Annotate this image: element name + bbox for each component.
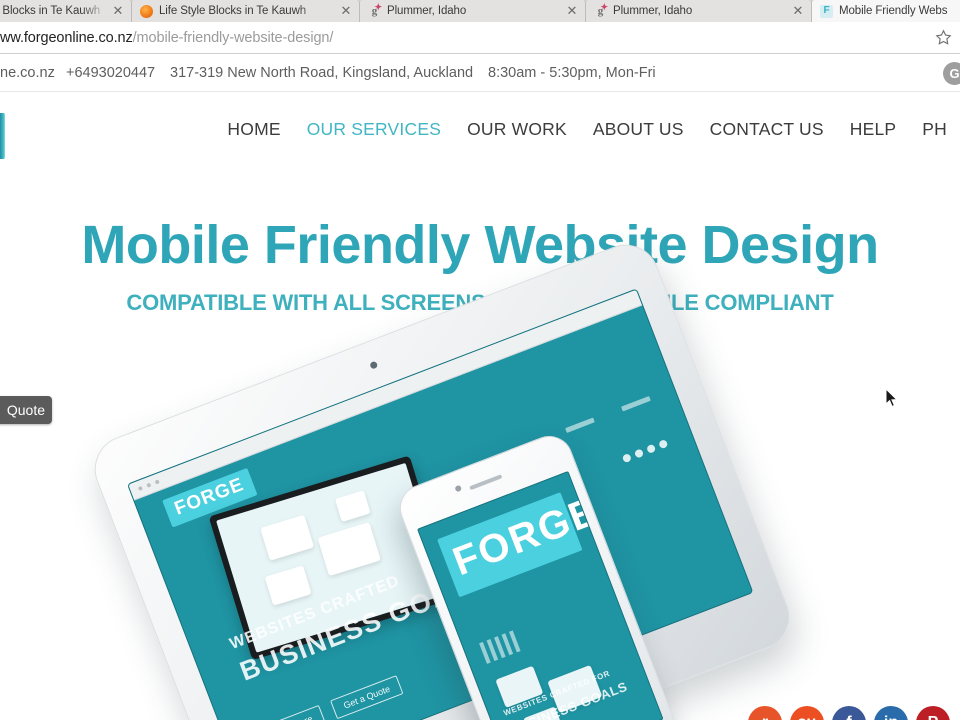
tab-close-icon[interactable]: ✕: [565, 4, 579, 18]
get-a-quote-tab-button[interactable]: Quote: [0, 396, 52, 424]
contact-phone[interactable]: +6493020447: [66, 65, 155, 81]
nav-list: HOME OUR SERVICES OUR WORK ABOUT US CONT…: [214, 119, 960, 140]
share-pinterest-button[interactable]: P: [916, 706, 950, 720]
bookmark-star-icon[interactable]: [935, 29, 952, 46]
hero-section: Mobile Friendly Website Design COMPATIBL…: [0, 165, 960, 316]
nav-item-help[interactable]: HELP: [837, 119, 910, 140]
contact-email[interactable]: ne.co.nz: [0, 65, 55, 81]
browser-tab-5-active[interactable]: F Mobile Friendly Webs: [812, 0, 960, 22]
contact-hours: 8:30am - 5:30pm, Mon-Fri: [488, 65, 656, 81]
tab-close-icon[interactable]: ✕: [791, 4, 805, 18]
browser-address-bar[interactable]: ww.forgeonline.co.nz/mobile-friendly-web…: [0, 22, 960, 54]
tab-close-icon[interactable]: ✕: [339, 4, 353, 18]
share-pinterest-glyph: P: [928, 714, 939, 720]
page-title: Mobile Friendly Website Design: [81, 215, 879, 275]
tablet-see-more-button: See More: [261, 704, 327, 720]
site-navigation-bar: HOME OUR SERVICES OUR WORK ABOUT US CONT…: [0, 93, 960, 165]
nav-item-our-services[interactable]: OUR SERVICES: [294, 119, 454, 140]
url-path: /mobile-friendly-website-design/: [132, 29, 334, 46]
tab-title: e Blocks in Te Kauwh: [0, 5, 101, 17]
browser-tab-3[interactable]: g ✦ Plummer, Idaho ✕: [360, 0, 586, 22]
share-linkedin-glyph: in: [884, 714, 898, 720]
phone-speaker-icon: [469, 474, 503, 491]
browser-tab-1[interactable]: e Blocks in Te Kauwh ✕: [0, 0, 132, 22]
nav-item-about-us[interactable]: ABOUT US: [580, 119, 697, 140]
site-logo[interactable]: [0, 113, 5, 159]
tablet-carousel-dots: [621, 438, 669, 464]
social-share-bar: r su f in P: [748, 706, 950, 720]
site-contact-bar: ne.co.nz +6493020447 317-319 New North R…: [0, 55, 960, 92]
share-reddit-button[interactable]: r: [748, 706, 782, 720]
phone-forge-logo: FORGE: [437, 489, 605, 598]
share-stumbleupon-button[interactable]: su: [790, 706, 824, 720]
tablet-cta-buttons: See More Get a Quote: [261, 675, 404, 720]
tab-close-icon[interactable]: ✕: [111, 4, 125, 18]
browser-tab-strip: e Blocks in Te Kauwh ✕ Life Style Blocks…: [0, 0, 960, 22]
nav-item-contact-us[interactable]: CONTACT US: [697, 119, 837, 140]
tab-title: Mobile Friendly Webs: [839, 5, 948, 17]
phone-menu-lines: [479, 630, 521, 664]
browser-tab-4[interactable]: g ✦ Plummer, Idaho ✕: [586, 0, 812, 22]
share-facebook-button[interactable]: f: [832, 706, 866, 720]
hero-device-mockup-image: FORGE WEBSITES CRAFTED BUSINESS GOALS Ge…: [84, 234, 860, 720]
share-reddit-glyph: r: [762, 714, 768, 720]
forge-favicon: F: [820, 4, 833, 18]
orange-dot-favicon: [140, 4, 153, 18]
browser-tab-2[interactable]: Life Style Blocks in Te Kauwh ✕: [132, 0, 360, 22]
contact-address: 317-319 New North Road, Kingsland, Auckl…: [170, 65, 474, 81]
nav-item-ph[interactable]: PH: [909, 119, 960, 140]
share-linkedin-button[interactable]: in: [874, 706, 908, 720]
url-display[interactable]: ww.forgeonline.co.nz/mobile-friendly-web…: [0, 30, 333, 46]
google-scholar-favicon: g ✦: [371, 1, 382, 17]
nav-item-our-work[interactable]: OUR WORK: [454, 119, 580, 140]
share-facebook-glyph: f: [846, 714, 851, 720]
share-stumbleupon-glyph: su: [798, 714, 817, 720]
tablet-get-a-quote-button: Get a Quote: [330, 675, 404, 720]
browser-window: e Blocks in Te Kauwh ✕ Life Style Blocks…: [0, 0, 960, 720]
mouse-cursor-icon: [885, 387, 899, 408]
tab-title: Life Style Blocks in Te Kauwh: [159, 5, 307, 17]
google-scholar-favicon: g ✦: [597, 1, 608, 17]
google-plus-social-icon[interactable]: G: [943, 62, 960, 85]
url-host: ww.forgeonline.co.nz: [0, 29, 133, 46]
tab-title: Plummer, Idaho: [613, 5, 693, 17]
phone-camera-icon: [454, 484, 463, 493]
tablet-camera-icon: [369, 360, 379, 370]
tab-title: Plummer, Idaho: [387, 5, 467, 17]
nav-item-home[interactable]: HOME: [214, 119, 293, 140]
